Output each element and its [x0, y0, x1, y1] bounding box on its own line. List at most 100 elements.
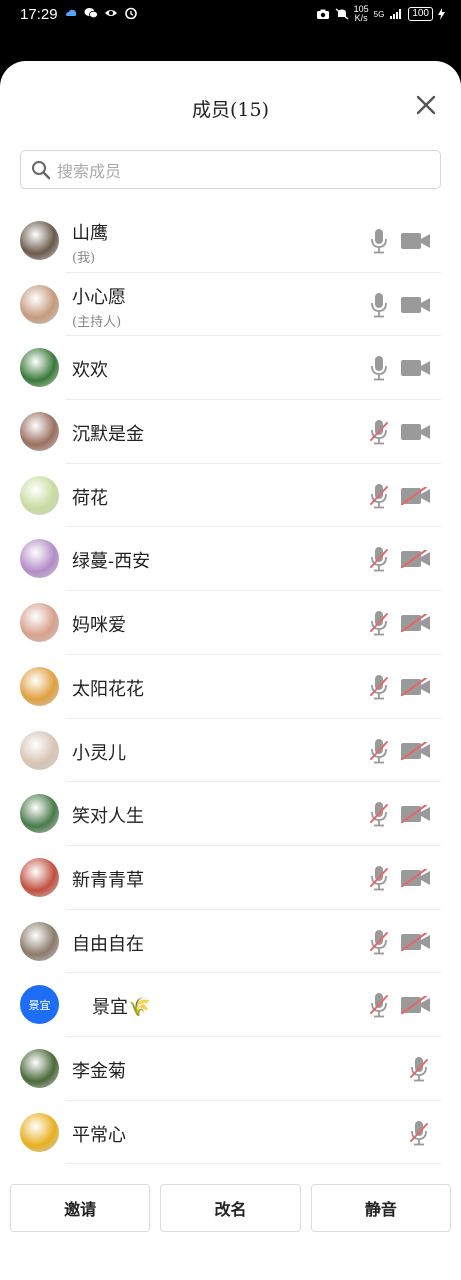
charging-icon — [438, 8, 445, 20]
member-row[interactable]: 欢欢 — [0, 336, 461, 401]
row-divider — [66, 1163, 441, 1165]
avatar — [20, 475, 59, 515]
camera-off-icon[interactable] — [399, 549, 431, 570]
member-role: (主持人) — [72, 314, 122, 330]
member-row[interactable]: 小灵儿 — [0, 719, 461, 783]
member-name: 绿蔓-西安 — [72, 551, 151, 573]
member-row[interactable]: 荷花 — [0, 464, 461, 528]
avatar — [20, 284, 59, 324]
member-row[interactable]: 新青青草 — [0, 846, 461, 910]
status-right-icons: 105 K/s 5G 100 — [316, 5, 445, 23]
member-name: 荷花 — [72, 487, 108, 509]
search-icon — [32, 160, 51, 179]
member-name: 笑对人生 — [72, 806, 144, 828]
member-row[interactable]: 李金菊 — [0, 1037, 461, 1101]
camera-off-icon[interactable] — [399, 485, 431, 506]
cloud-icon — [66, 9, 77, 16]
member-name: 山鹰 — [72, 223, 108, 244]
camera-icon — [316, 9, 329, 19]
camera-off-icon[interactable] — [399, 804, 431, 825]
mic-icon[interactable] — [370, 292, 388, 318]
camera-off-icon[interactable] — [399, 931, 431, 952]
member-name: 妈咪爱 — [72, 615, 126, 637]
rename-button[interactable]: 改名 — [160, 1184, 301, 1232]
avatar — [20, 794, 59, 834]
signal-label: 5G — [373, 9, 385, 19]
video-camera-icon[interactable] — [401, 232, 431, 250]
member-row[interactable]: 沉默是金 — [0, 400, 461, 464]
member-name: 小灵儿 — [72, 742, 126, 764]
camera-off-icon[interactable] — [399, 613, 431, 634]
video-camera-icon[interactable] — [401, 296, 431, 314]
member-row[interactable]: 笑对人生 — [0, 782, 461, 846]
member-role: (我) — [72, 251, 96, 266]
member-row[interactable]: 山鹰 (我) — [0, 209, 461, 273]
video-camera-icon[interactable] — [401, 359, 431, 377]
avatar: 景宜 — [20, 985, 59, 1025]
close-icon[interactable] — [415, 94, 437, 116]
mic-muted-icon[interactable] — [370, 801, 388, 827]
camera-off-icon[interactable] — [399, 740, 431, 761]
footer-actions: 邀请 改名 静音 — [10, 1184, 451, 1232]
member-name: 李金菊 — [72, 1060, 126, 1082]
member-row[interactable]: 小心愿 (主持人) — [0, 273, 461, 337]
member-row[interactable]: 自由自在 — [0, 910, 461, 974]
mic-muted-icon[interactable] — [370, 992, 388, 1018]
avatar — [20, 921, 59, 961]
page-title: 成员(15) — [191, 99, 269, 121]
search-placeholder: 搜索成员 — [57, 161, 122, 181]
eye-icon — [105, 10, 117, 16]
member-row[interactable]: 景宜 景宜🌾 — [0, 973, 461, 1037]
avatar — [20, 412, 59, 452]
avatar-text: 景宜 — [28, 998, 51, 1012]
member-row[interactable]: 妈咪爱 — [0, 591, 461, 655]
mic-icon[interactable] — [370, 355, 388, 381]
mic-muted-icon[interactable] — [410, 1120, 428, 1146]
network-speed: 105 K/s — [353, 4, 369, 23]
member-name: 太阳花花 — [72, 678, 144, 700]
alarm-icon — [125, 7, 137, 19]
avatar — [20, 603, 59, 643]
mute-all-button[interactable]: 静音 — [310, 1184, 451, 1232]
camera-off-icon[interactable] — [399, 995, 431, 1016]
mic-muted-icon[interactable] — [370, 738, 388, 764]
mic-muted-icon[interactable] — [370, 610, 388, 636]
member-row[interactable]: 太阳花花 — [0, 655, 461, 719]
mic-muted-icon[interactable] — [370, 419, 388, 445]
mic-muted-icon[interactable] — [410, 1056, 428, 1082]
invite-button[interactable]: 邀请 — [10, 1184, 151, 1232]
member-row[interactable]: 绿蔓-西安 — [0, 527, 461, 592]
video-camera-icon[interactable] — [401, 423, 431, 441]
mic-muted-icon[interactable] — [370, 929, 388, 955]
member-name: 小心愿 — [72, 286, 126, 308]
mic-muted-icon[interactable] — [370, 483, 388, 509]
avatar — [20, 666, 59, 706]
camera-off-icon[interactable] — [399, 867, 431, 888]
avatar — [20, 857, 59, 897]
mic-muted-icon[interactable] — [370, 865, 388, 891]
mic-icon[interactable] — [370, 228, 388, 254]
battery-indicator: 100 — [408, 7, 433, 21]
member-name: 景宜🌾 — [92, 997, 151, 1019]
mute-bell-icon — [335, 8, 349, 20]
avatar — [20, 539, 59, 579]
avatar — [20, 221, 59, 260]
member-list: 山鹰 (我) 小心愿 (主持人) 欢欢沉默是金荷花绿蔓-西安妈咪爱太阳花花小灵儿笑对人生… — [0, 209, 461, 1165]
camera-off-icon[interactable] — [399, 676, 431, 697]
avatar — [20, 1112, 59, 1152]
members-sheet: 成员(15) 搜索成员 山鹰 (我) 小心愿 (主持人) 欢欢沉默是金荷花绿蔓-西安妈咪… — [0, 61, 461, 1280]
signal-icon — [390, 9, 402, 19]
mic-muted-icon[interactable] — [370, 674, 388, 700]
avatar — [20, 730, 59, 770]
member-row[interactable]: 平常心 — [0, 1101, 461, 1165]
wechat-icon — [84, 8, 98, 19]
status-left-icons — [64, 7, 138, 19]
member-name: 沉默是金 — [72, 424, 144, 446]
mic-muted-icon[interactable] — [370, 546, 388, 572]
member-name: 平常心 — [72, 1124, 126, 1146]
search-input[interactable]: 搜索成员 — [20, 150, 441, 189]
status-bar: 17:29 105 K/s 5G 100 — [0, 0, 461, 32]
member-name: 欢欢 — [72, 360, 108, 382]
member-name: 新青青草 — [72, 869, 144, 891]
avatar — [20, 1048, 59, 1088]
